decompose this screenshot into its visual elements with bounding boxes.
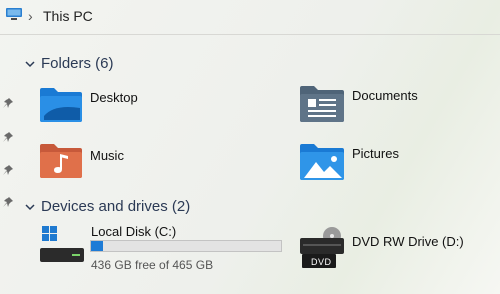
music-folder-icon (40, 144, 82, 178)
drive-dvd-rw-d[interactable]: DVD DVD RW Drive (D:) (300, 224, 500, 270)
drive-usage-bar (90, 240, 282, 252)
pin-icon[interactable] (3, 98, 13, 108)
folder-label: Documents (352, 88, 418, 103)
folders-section-header[interactable]: Folders (6) (24, 55, 114, 72)
folder-documents[interactable]: Documents (300, 84, 460, 126)
folder-pictures[interactable]: Pictures (300, 142, 460, 184)
folder-music[interactable]: Music (40, 142, 200, 184)
pictures-folder-icon (300, 144, 344, 180)
address-divider (0, 34, 500, 35)
this-pc-icon (6, 8, 22, 20)
folder-label: Pictures (352, 146, 399, 161)
folder-label: Desktop (90, 90, 138, 105)
windows-drive-icon (40, 226, 84, 262)
folders-section-title: Folders (6) (41, 55, 114, 72)
devices-section-title: Devices and drives (2) (41, 198, 191, 215)
folder-desktop[interactable]: Desktop (40, 84, 200, 126)
address-bar[interactable]: › This PC (0, 0, 500, 34)
breadcrumb-this-pc[interactable]: This PC (43, 8, 93, 24)
drive-label: Local Disk (C:) (91, 224, 177, 239)
pin-icon[interactable] (3, 165, 13, 175)
chevron-right-icon: › (28, 8, 33, 24)
dvd-badge: DVD (311, 257, 332, 267)
chevron-down-icon (25, 60, 35, 67)
drive-usage-fill (91, 241, 103, 251)
chevron-down-icon (25, 203, 35, 210)
drive-free-space: 436 GB free of 465 GB (91, 258, 214, 272)
desktop-folder-icon (40, 88, 82, 122)
documents-folder-icon (300, 86, 344, 122)
pin-icon[interactable] (3, 132, 13, 142)
devices-section-header[interactable]: Devices and drives (2) (24, 198, 190, 215)
pin-icon[interactable] (3, 197, 13, 207)
quick-access-rail (0, 36, 18, 294)
folder-label: Music (90, 148, 124, 163)
drive-label: DVD RW Drive (D:) (352, 234, 464, 249)
